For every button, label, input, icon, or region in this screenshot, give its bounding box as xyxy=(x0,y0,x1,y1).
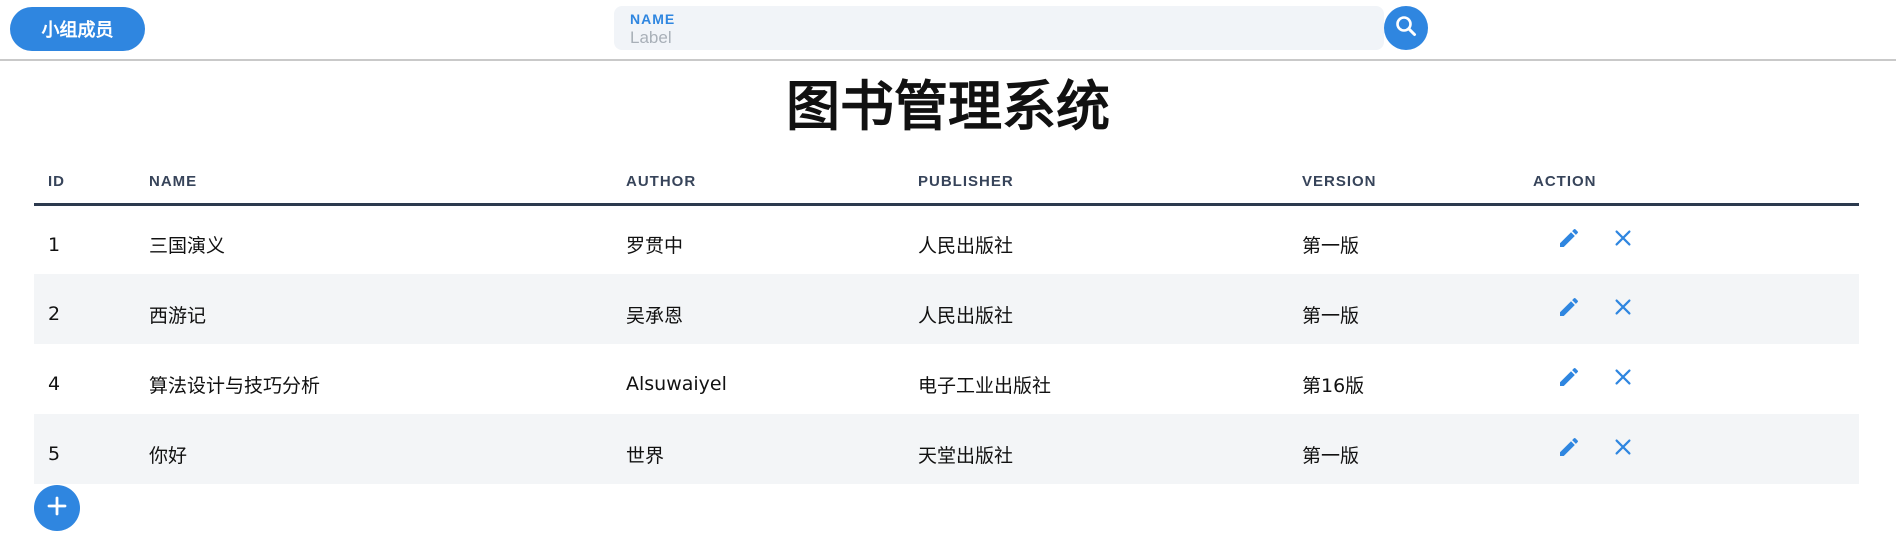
edit-icon[interactable] xyxy=(1555,433,1583,461)
cell-author: 罗贯中 xyxy=(626,235,684,258)
column-header-name[interactable]: NAME xyxy=(135,160,612,206)
close-icon[interactable] xyxy=(1609,224,1637,252)
column-header-id[interactable]: ID xyxy=(34,160,135,206)
cell-author: Alsuwaiyel xyxy=(626,373,727,395)
table-row: 5 你好 世界 天堂出版社 第一版 xyxy=(34,414,1859,484)
cell-id: 4 xyxy=(48,373,61,395)
cell-name: 三国演义 xyxy=(149,235,226,258)
cell-actions xyxy=(1519,274,1859,344)
add-book-button[interactable] xyxy=(34,485,80,531)
table-row: 1 三国演义 罗贯中 人民出版社 第一版 xyxy=(34,204,1859,274)
books-table: ID NAME AUTHOR PUBLISHER VERSION ACTION … xyxy=(34,160,1859,484)
edit-icon[interactable] xyxy=(1555,224,1583,252)
table-row: 4 算法设计与技巧分析 Alsuwaiyel 电子工业出版社 第16版 xyxy=(34,344,1859,414)
cell-actions xyxy=(1519,414,1859,484)
edit-icon[interactable] xyxy=(1555,363,1583,391)
column-header-version[interactable]: VERSION xyxy=(1288,160,1519,206)
cell-version: 第一版 xyxy=(1302,235,1360,258)
page-title: 图书管理系统 xyxy=(786,75,1110,138)
search-field-label: NAME xyxy=(630,11,676,27)
table-header-row: ID NAME AUTHOR PUBLISHER VERSION ACTION xyxy=(34,160,1859,206)
search-input[interactable] xyxy=(630,28,1350,48)
cell-publisher: 天堂出版社 xyxy=(904,414,1288,484)
cell-name: 算法设计与技巧分析 xyxy=(149,374,321,397)
cell-id: 1 xyxy=(48,233,61,256)
cell-publisher: 人民出版社 xyxy=(904,274,1288,344)
cell-actions xyxy=(1519,344,1859,414)
column-header-author[interactable]: AUTHOR xyxy=(612,160,904,206)
cell-author: 世界 xyxy=(612,414,904,484)
cell-author: 吴承恩 xyxy=(612,274,904,344)
search-button[interactable] xyxy=(1384,6,1428,50)
search-icon xyxy=(1394,14,1418,42)
cell-version: 第一版 xyxy=(1288,274,1519,344)
table-row: 2 西游记 吴承恩 人民出版社 第一版 xyxy=(34,274,1859,344)
plus-icon xyxy=(45,494,69,522)
name-search-field[interactable]: NAME xyxy=(614,6,1384,50)
cell-id: 2 xyxy=(34,274,135,344)
close-icon[interactable] xyxy=(1609,363,1637,391)
column-header-publisher[interactable]: PUBLISHER xyxy=(904,160,1288,206)
group-members-button[interactable]: 小组成员 xyxy=(10,7,145,51)
cell-name: 西游记 xyxy=(135,274,612,344)
cell-id: 5 xyxy=(34,414,135,484)
cell-actions xyxy=(1519,204,1859,274)
cell-version: 第一版 xyxy=(1288,414,1519,484)
column-header-action: ACTION xyxy=(1519,160,1859,206)
cell-name: 你好 xyxy=(135,414,612,484)
cell-version: 第16版 xyxy=(1302,374,1365,397)
close-icon[interactable] xyxy=(1609,433,1637,461)
top-bar: 小组成员 NAME xyxy=(0,0,1896,61)
cell-publisher: 人民出版社 xyxy=(918,235,1014,258)
close-icon[interactable] xyxy=(1609,293,1637,321)
edit-icon[interactable] xyxy=(1555,293,1583,321)
cell-publisher: 电子工业出版社 xyxy=(918,374,1052,397)
